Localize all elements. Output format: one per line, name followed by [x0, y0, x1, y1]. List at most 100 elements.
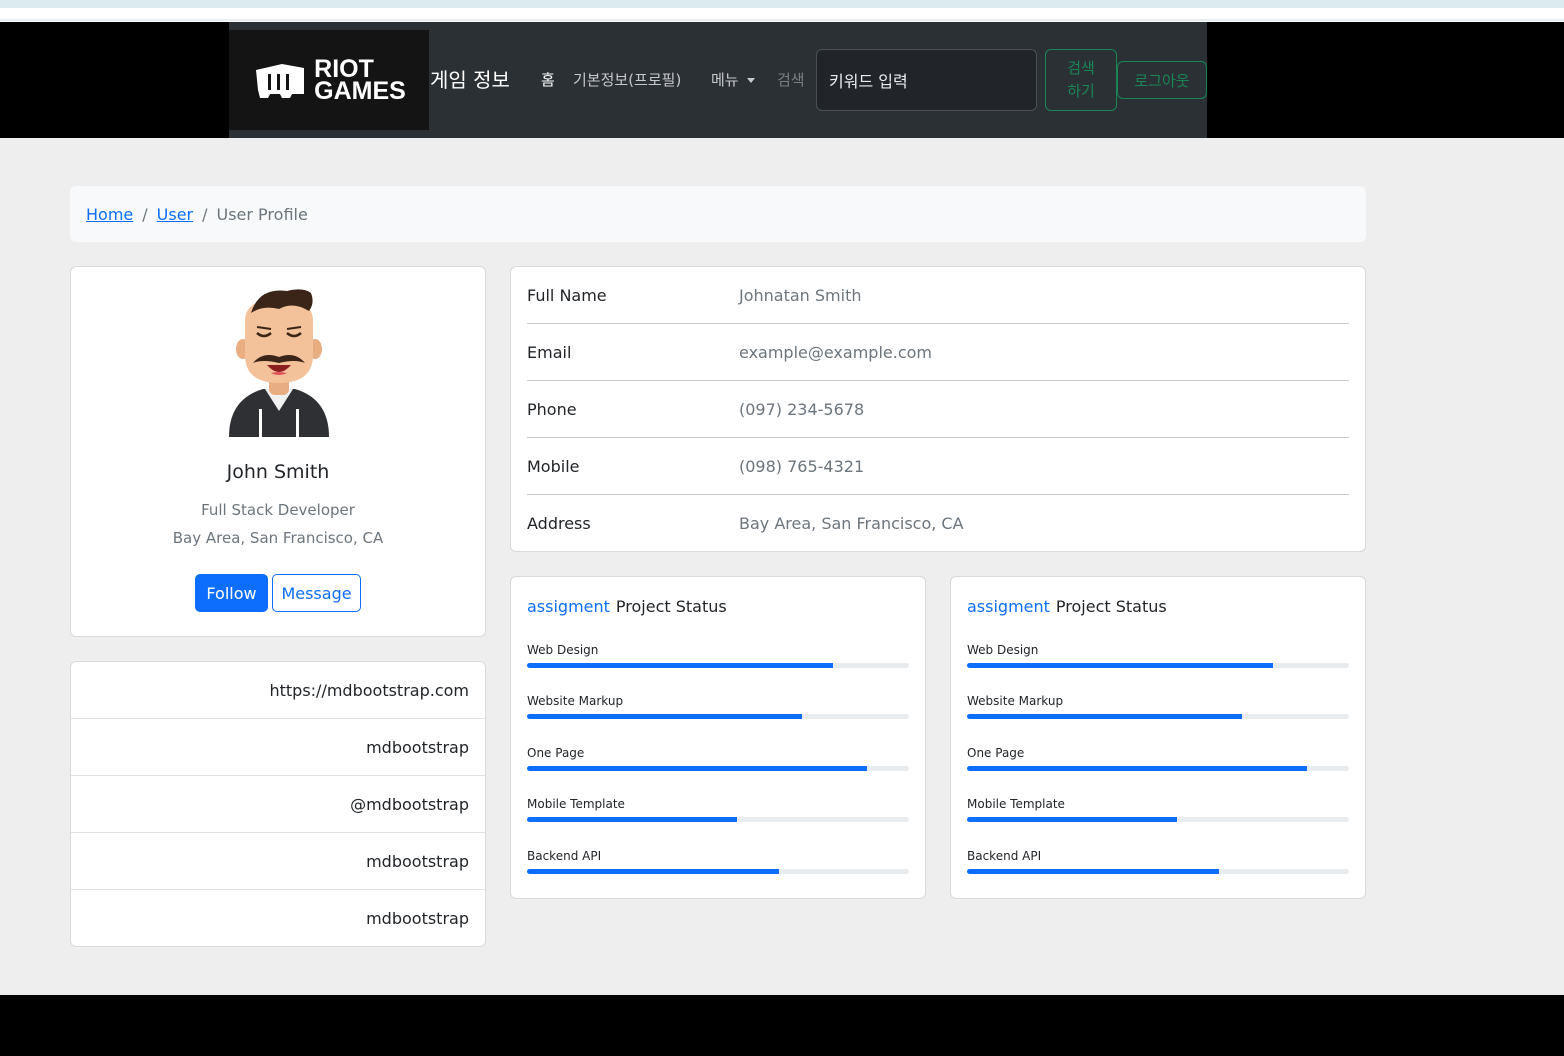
breadcrumb-current: User Profile — [216, 204, 308, 224]
message-button[interactable]: Message — [272, 574, 361, 612]
social-links-card: https://mdbootstrap.com mdbootstrap @mdb… — [70, 661, 486, 947]
social-link-github[interactable]: mdbootstrap — [71, 719, 485, 776]
info-value: Johnatan Smith — [739, 285, 862, 305]
project-label: Backend API — [967, 849, 1042, 863]
logout-button[interactable]: 로그아웃 — [1117, 61, 1207, 99]
project-label: Mobile Template — [527, 797, 625, 811]
nav-link-profile[interactable]: 기본정보(프로필) — [573, 69, 681, 90]
progress-bar — [967, 817, 1349, 822]
progress-bar — [967, 714, 1349, 719]
logo-line-2: GAMES — [314, 77, 406, 105]
search-input[interactable]: 키워드 입력 — [816, 49, 1037, 111]
chevron-down-icon — [746, 78, 755, 83]
progress-bar — [527, 766, 909, 771]
main-content: Home / User / User Profile John Smith Fu… — [0, 138, 1564, 995]
project-label: One Page — [967, 746, 1025, 760]
progress-bar — [527, 869, 909, 874]
project-label: Website Markup — [967, 694, 1064, 708]
info-row-address: Address Bay Area, San Francisco, CA — [527, 495, 1349, 552]
project-status-title: assigment Project Status — [967, 597, 1167, 616]
social-link-instagram[interactable]: mdbootstrap — [71, 833, 485, 890]
breadcrumb: Home / User / User Profile — [70, 186, 1366, 242]
user-info-card: Full Name Johnatan Smith Email example@e… — [510, 266, 1366, 552]
follow-button[interactable]: Follow — [195, 574, 268, 612]
profile-location: Bay Area, San Francisco, CA — [172, 529, 384, 547]
progress-fill — [967, 869, 1220, 874]
info-value: example@example.com — [739, 342, 932, 362]
browser-top-strip — [0, 0, 1564, 22]
progress-fill — [967, 714, 1243, 719]
project-label: One Page — [527, 746, 585, 760]
project-status-title: assigment Project Status — [527, 597, 727, 616]
nav-link-home[interactable]: 홈 — [541, 69, 555, 90]
project-item: One Page — [967, 746, 1349, 771]
progress-bar — [967, 869, 1349, 874]
project-item: Website Markup — [527, 694, 909, 719]
progress-fill — [527, 714, 803, 719]
project-status-heading: Project Status — [615, 597, 727, 616]
project-label: Backend API — [527, 849, 602, 863]
riot-games-logo[interactable]: RIOT GAMES — [229, 30, 429, 130]
progress-fill — [527, 663, 833, 668]
project-item: Web Design — [527, 643, 909, 668]
top-strip-line — [0, 19, 1564, 21]
project-status-card-2: assigment Project Status Web Design Websi… — [950, 576, 1366, 899]
project-status-accent: assigment — [967, 597, 1050, 616]
progress-bar — [527, 714, 909, 719]
project-label: Mobile Template — [967, 797, 1065, 811]
logo-text: RIOT GAMES — [314, 57, 406, 105]
project-status-card-1: assigment Project Status Web Design Websi… — [510, 576, 926, 899]
project-status-heading: Project Status — [1055, 597, 1167, 616]
project-status-accent: assigment — [527, 597, 610, 616]
progress-bar — [967, 663, 1349, 668]
info-label: Address — [527, 514, 591, 533]
search-button-line-2: 하기 — [1067, 82, 1095, 100]
progress-fill — [527, 766, 867, 771]
project-item: Web Design — [967, 643, 1349, 668]
riot-fist-icon — [256, 64, 305, 98]
progress-fill — [967, 766, 1307, 771]
project-item: Mobile Template — [967, 797, 1349, 822]
progress-bar — [967, 766, 1349, 771]
project-item: Backend API — [527, 849, 909, 874]
profile-role: Full Stack Developer — [201, 501, 355, 519]
info-value: Bay Area, San Francisco, CA — [739, 514, 964, 533]
breadcrumb-separator: / — [142, 204, 148, 224]
progress-bar — [527, 663, 909, 668]
progress-fill — [527, 869, 780, 874]
progress-fill — [527, 817, 738, 822]
project-item: One Page — [527, 746, 909, 771]
info-row-full-name: Full Name Johnatan Smith — [527, 267, 1349, 324]
nav-dropdown-menu[interactable]: 메뉴 — [711, 69, 755, 90]
project-item: Website Markup — [967, 694, 1349, 719]
navbar: RIOT GAMES 게임 정보 홈 기본정보(프로필) 메뉴 검색 키워드 입… — [229, 22, 1207, 138]
search-button-line-1: 검색 — [1067, 59, 1095, 77]
info-label: Mobile — [527, 456, 580, 476]
info-label: Email — [527, 342, 572, 362]
project-item: Backend API — [967, 849, 1349, 874]
progress-fill — [967, 663, 1273, 668]
info-value: (097) 234-5678 — [739, 399, 865, 419]
top-strip-band — [0, 0, 1564, 8]
avatar — [229, 289, 329, 437]
social-link-twitter[interactable]: @mdbootstrap — [71, 776, 485, 833]
social-link-website[interactable]: https://mdbootstrap.com — [71, 662, 485, 719]
nav-link-search-disabled: 검색 — [777, 71, 805, 89]
project-item: Mobile Template — [527, 797, 909, 822]
info-row-mobile: Mobile (098) 765-4321 — [527, 438, 1349, 495]
social-link-facebook[interactable]: mdbootstrap — [71, 890, 485, 947]
profile-card: John Smith Full Stack Developer Bay Area… — [70, 266, 486, 637]
project-label: Website Markup — [527, 694, 624, 708]
project-label: Web Design — [967, 643, 1039, 657]
breadcrumb-separator: / — [202, 204, 208, 224]
progress-bar — [527, 817, 909, 822]
navbar-brand[interactable]: 게임 정보 — [430, 64, 510, 93]
info-row-phone: Phone (097) 234-5678 — [527, 381, 1349, 438]
info-row-email: Email example@example.com — [527, 324, 1349, 381]
info-label: Full Name — [527, 285, 607, 305]
nav-menu-label: 메뉴 — [711, 71, 739, 89]
breadcrumb-home[interactable]: Home — [86, 205, 133, 224]
breadcrumb-user[interactable]: User — [157, 205, 193, 224]
search-button[interactable]: 검색 하기 — [1045, 49, 1117, 111]
profile-name: John Smith — [226, 461, 330, 483]
